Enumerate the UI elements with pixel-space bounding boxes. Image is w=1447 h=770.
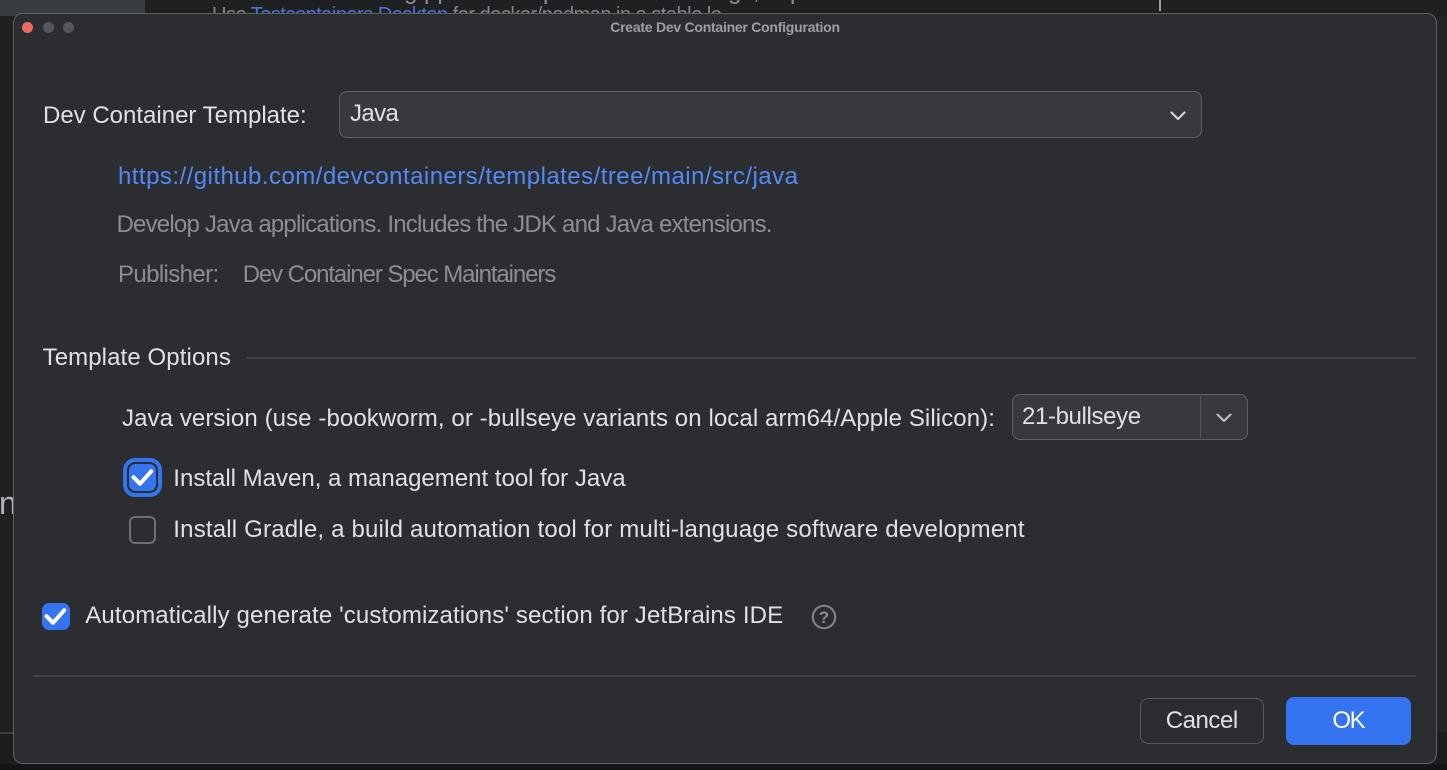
svg-text:?: ? bbox=[819, 608, 829, 627]
